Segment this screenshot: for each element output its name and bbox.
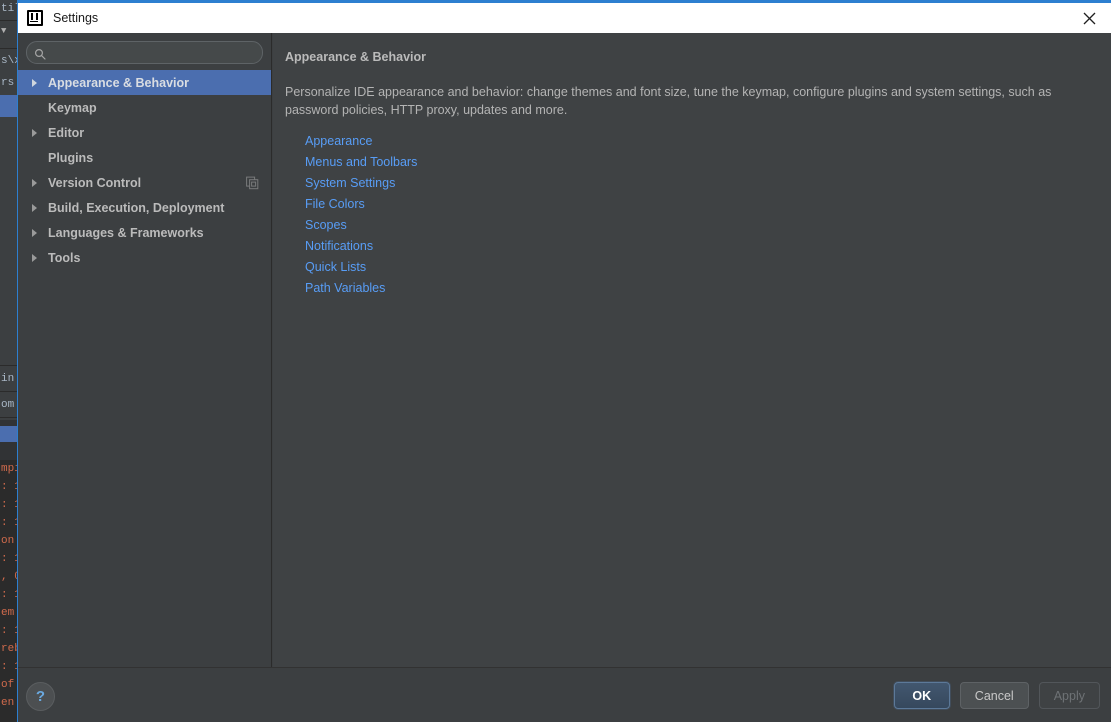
settings-tree: Appearance & Behavior Keymap Editor Plug… <box>18 70 271 270</box>
backdrop-text: tils <box>1 3 17 15</box>
backdrop-text: in <box>1 373 15 385</box>
sidebar-item-tools[interactable]: Tools <box>18 245 271 270</box>
backdrop-text: mpi <box>1 463 17 475</box>
apply-button: Apply <box>1038 682 1100 709</box>
chevron-right-icon[interactable] <box>32 203 48 212</box>
help-button[interactable]: ? <box>26 682 55 711</box>
backdrop-text: ▼ <box>1 26 7 36</box>
backdrop-text: : 1 <box>1 553 17 565</box>
sidebar-item-label: Plugins <box>48 150 94 165</box>
sidebar-item-version-control[interactable]: Version Control <box>18 170 271 195</box>
copy-icon[interactable] <box>246 176 259 189</box>
sidebar-item-plugins[interactable]: Plugins <box>18 145 271 170</box>
page-title: Appearance & Behavior <box>285 50 427 64</box>
search-container <box>18 33 271 64</box>
backdrop-text: : 1 <box>1 499 17 511</box>
backdrop-text: s\x <box>1 55 17 67</box>
settings-sidebar: Appearance & Behavior Keymap Editor Plug… <box>18 33 272 667</box>
settings-content-pane: Appearance & Behavior Personalize IDE ap… <box>273 33 1111 667</box>
dialog-footer: ? OK Cancel Apply <box>18 667 1111 722</box>
dialog-body: Appearance & Behavior Keymap Editor Plug… <box>18 33 1111 667</box>
sidebar-item-label: Editor <box>48 125 85 140</box>
sidebar-item-editor[interactable]: Editor <box>18 120 271 145</box>
backdrop-text: : 1 <box>1 481 17 493</box>
cancel-button[interactable]: Cancel <box>959 682 1029 709</box>
link-appearance[interactable]: Appearance <box>305 131 372 152</box>
chevron-right-icon[interactable] <box>32 128 48 137</box>
intellij-idea-icon <box>27 10 43 26</box>
backdrop-text: on <box>1 535 15 547</box>
sidebar-item-appearance-and-behavior[interactable]: Appearance & Behavior <box>18 70 271 95</box>
page-description: Personalize IDE appearance and behavior:… <box>285 85 1052 117</box>
dialog-title-bar: Settings <box>18 3 1111 33</box>
link-scopes[interactable]: Scopes <box>305 215 347 236</box>
backdrop-text: : 1 <box>1 625 17 637</box>
close-icon[interactable] <box>1067 3 1111 33</box>
link-quick-lists[interactable]: Quick Lists <box>305 257 366 278</box>
window-title: Settings <box>53 11 99 25</box>
backdrop-text: rs <box>1 77 15 89</box>
settings-dialog: Settings Appearance & Behavior Keymap Ed… <box>17 0 1111 722</box>
search-icon <box>34 47 46 60</box>
settings-link-list: Appearance Menus and Toolbars System Set… <box>305 131 1096 299</box>
sidebar-item-build-execution-deployment[interactable]: Build, Execution, Deployment <box>18 195 271 220</box>
link-file-colors[interactable]: File Colors <box>305 194 365 215</box>
sidebar-item-label: Version Control <box>48 175 142 190</box>
backdrop-text: reb <box>1 643 17 655</box>
sidebar-item-label: Keymap <box>48 100 97 115</box>
backdrop-text: om <box>1 399 15 411</box>
link-menus-and-toolbars[interactable]: Menus and Toolbars <box>305 152 417 173</box>
sidebar-item-label: Languages & Frameworks <box>48 225 204 240</box>
backdrop-text: : 1 <box>1 589 17 601</box>
backdrop-text: , 0 <box>1 571 17 583</box>
backdrop-text: em <box>1 607 15 619</box>
sidebar-item-label: Tools <box>48 250 81 265</box>
backdrop-text: : 1 <box>1 661 17 673</box>
backdrop-text: : 1 <box>1 517 17 529</box>
background-ide-sliver: tils ▼ s\x rs in om mpi : 1 : 1 : 1 on :… <box>0 0 17 722</box>
search-box[interactable] <box>26 41 263 64</box>
chevron-right-icon[interactable] <box>32 228 48 237</box>
chevron-right-icon[interactable] <box>32 78 48 87</box>
dialog-button-bar: OK Cancel Apply <box>893 682 1100 709</box>
chevron-right-icon[interactable] <box>32 253 48 262</box>
link-system-settings[interactable]: System Settings <box>305 173 395 194</box>
link-path-variables[interactable]: Path Variables <box>305 278 385 299</box>
backdrop-text: en <box>1 697 15 709</box>
chevron-right-icon[interactable] <box>32 178 48 187</box>
ok-button[interactable]: OK <box>893 682 950 709</box>
sidebar-item-label: Appearance & Behavior <box>48 75 190 90</box>
search-input[interactable] <box>46 43 262 62</box>
sidebar-item-keymap[interactable]: Keymap <box>18 95 271 120</box>
sidebar-item-label: Build, Execution, Deployment <box>48 200 225 215</box>
link-notifications[interactable]: Notifications <box>305 236 373 257</box>
backdrop-text: of <box>1 679 15 691</box>
sidebar-item-languages-and-frameworks[interactable]: Languages & Frameworks <box>18 220 271 245</box>
